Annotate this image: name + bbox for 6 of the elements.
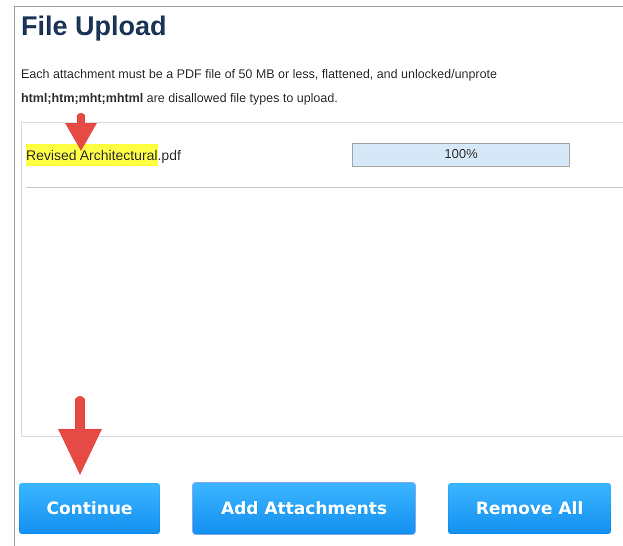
remove-all-button[interactable]: Remove All: [448, 483, 611, 534]
page-title: File Upload: [21, 11, 168, 42]
description-text: Each attachment must be a PDF file of 50 MB or less, flattened, and unlocked/unprote html;htm;mht;mhtml are disallowed file types to upload.: [21, 66, 498, 107]
continue-button[interactable]: Continue: [19, 483, 160, 534]
add-attachments-button[interactable]: Add Attachments: [193, 483, 415, 534]
progress-reading: 100%: [443, 145, 479, 163]
